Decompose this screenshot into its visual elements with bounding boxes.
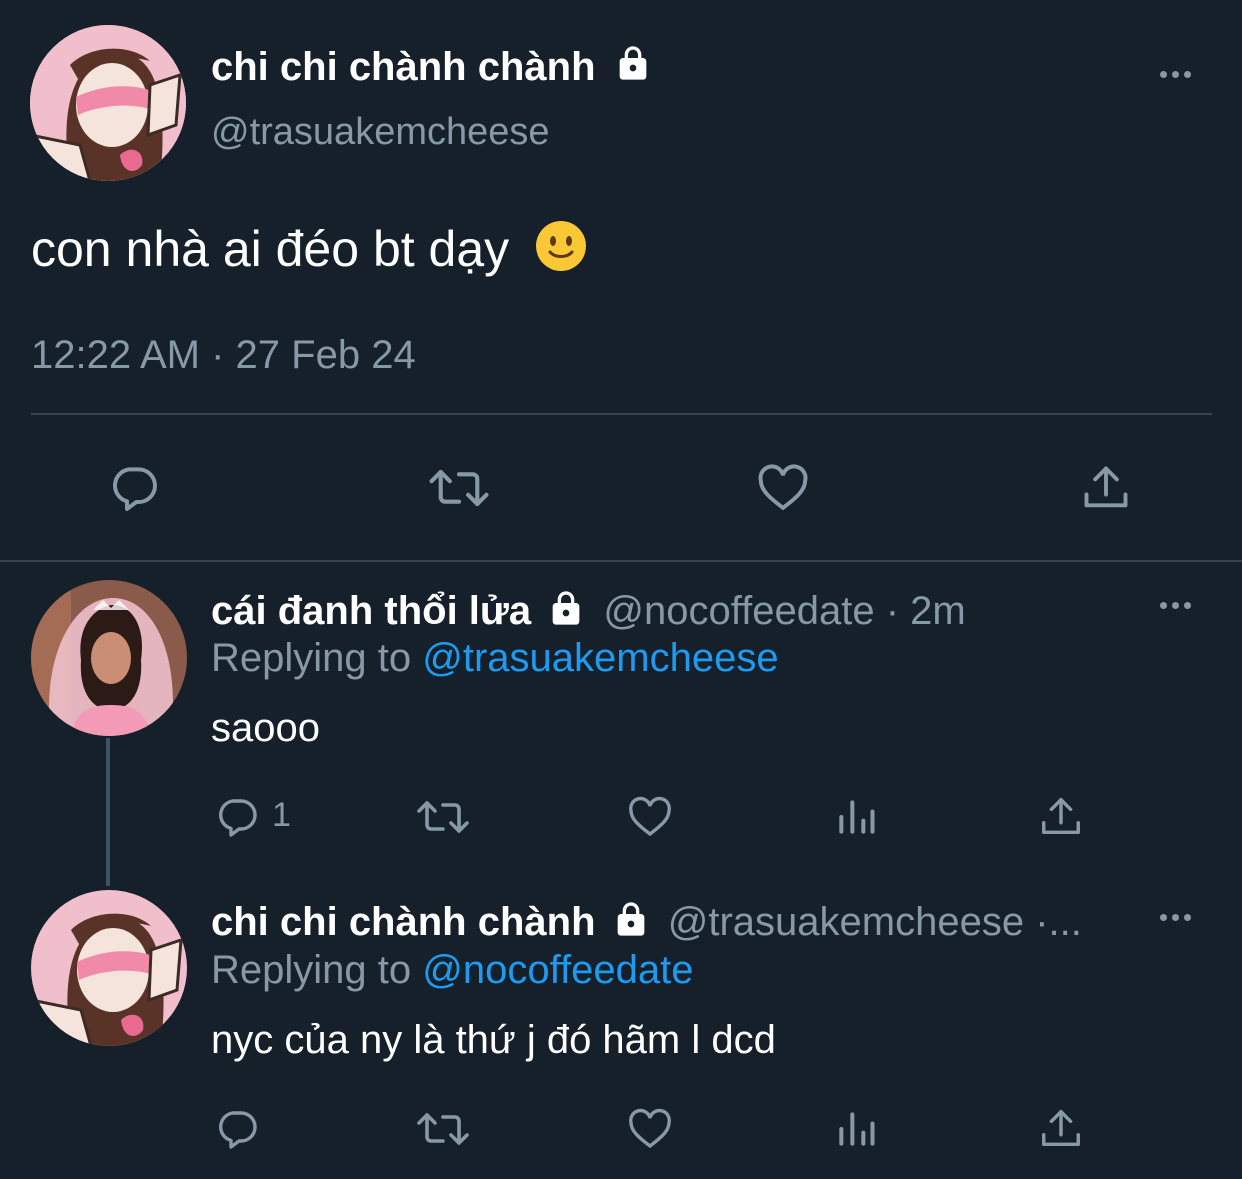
avatar[interactable] (31, 890, 187, 1046)
more-icon[interactable] (1160, 602, 1191, 609)
like-icon[interactable] (625, 1105, 675, 1153)
handle[interactable]: @nocoffeedate (603, 589, 874, 633)
more-icon[interactable] (1160, 71, 1191, 78)
handle[interactable]: @trasuakemcheese ·... (668, 900, 1082, 944)
retweet-icon[interactable] (427, 460, 491, 516)
reply-icon[interactable] (213, 793, 261, 841)
reply-text: saooo (211, 706, 320, 750)
thread-line (106, 738, 110, 886)
reply-text: nyc của ny là thứ j đó hãm l dcd (211, 1018, 776, 1062)
display-name[interactable]: chi chi chành chành (211, 900, 596, 944)
retweet-icon[interactable] (415, 1105, 471, 1153)
smile-emoji (535, 220, 587, 286)
reply-icon[interactable] (106, 460, 162, 516)
avatar[interactable] (31, 580, 187, 736)
replying-label: Replying to (211, 948, 412, 992)
mention-link[interactable]: @nocoffeedate (422, 948, 693, 992)
reply-icon[interactable] (213, 1105, 261, 1153)
share-icon[interactable] (1038, 1105, 1084, 1153)
replying-label: Replying to (211, 636, 412, 680)
reply-count: 1 (272, 796, 291, 834)
analytics-icon[interactable] (834, 793, 878, 841)
like-icon[interactable] (754, 460, 812, 516)
display-name[interactable]: cái đanh thổi lửa (211, 589, 531, 633)
share-icon[interactable] (1038, 793, 1084, 841)
lock-icon (611, 898, 651, 951)
lock-icon (613, 42, 653, 96)
analytics-icon[interactable] (834, 1105, 878, 1153)
tweet-text: con nhà ai đéo bt dạy (31, 221, 510, 277)
divider (31, 413, 1212, 415)
retweet-icon[interactable] (415, 793, 471, 841)
more-icon[interactable] (1160, 914, 1191, 921)
avatar[interactable] (30, 25, 186, 181)
mention-link[interactable]: @trasuakemcheese (422, 636, 778, 680)
share-icon[interactable] (1080, 460, 1132, 516)
timestamp[interactable]: 12:22 AM · 27 Feb 24 (31, 330, 416, 380)
lock-icon (546, 587, 586, 640)
display-name[interactable]: chi chi chành chành (211, 45, 596, 89)
divider (0, 560, 1242, 562)
like-icon[interactable] (625, 793, 675, 841)
handle[interactable]: @trasuakemcheese (211, 108, 550, 156)
time[interactable]: · 2m (886, 589, 966, 633)
